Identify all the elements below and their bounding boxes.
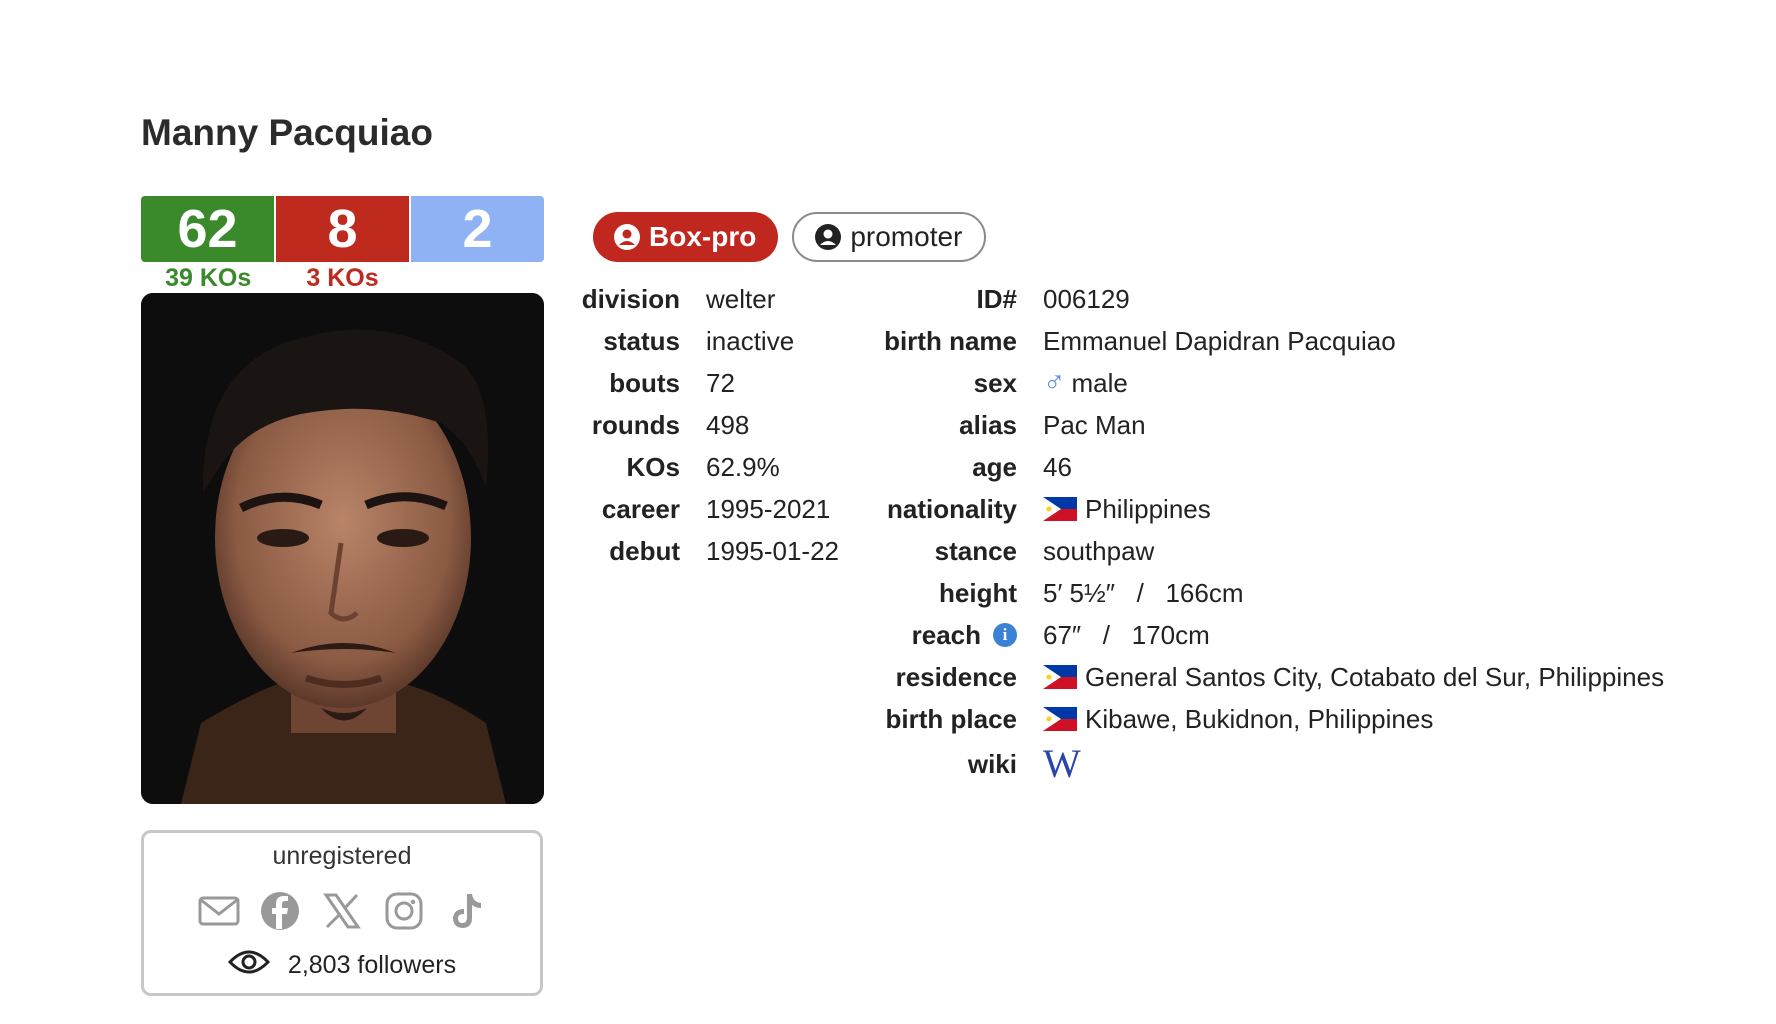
x-icon[interactable] bbox=[322, 891, 362, 931]
fact-reach: reach i 67″ / 170cm bbox=[911, 619, 1210, 650]
boxer-photo bbox=[141, 293, 544, 804]
followers-row: 2,803 followers bbox=[144, 947, 540, 984]
fact-division: division welter bbox=[581, 283, 776, 314]
fact-debut: debut 1995-01-22 bbox=[609, 535, 839, 566]
tag-promoter-label: promoter bbox=[850, 221, 963, 252]
social-card: unregistered 2,803 followers bbox=[141, 830, 543, 996]
wikipedia-icon[interactable]: W bbox=[1043, 744, 1081, 784]
losses-count: 8 bbox=[274, 196, 409, 262]
career-facts: division welter status inactive bouts 72 ro… bbox=[560, 278, 839, 572]
fact-wiki: wiki W bbox=[967, 741, 1081, 786]
kos-row: 39 KOs 3 KOs bbox=[141, 262, 544, 294]
tag-box-pro[interactable]: Box-pro bbox=[593, 212, 779, 262]
draws-kos-empty bbox=[410, 262, 544, 294]
wins-kos: 39 KOs bbox=[165, 264, 252, 292]
fact-height: height 5′ 5½″ / 166cm bbox=[939, 577, 1244, 608]
losses-kos: 3 KOs bbox=[306, 264, 379, 292]
wins-count: 62 bbox=[141, 196, 274, 262]
fact-nationality: nationality Philippines bbox=[886, 493, 1211, 524]
user-circle-icon bbox=[815, 224, 842, 250]
draws-count: 2 bbox=[409, 196, 544, 262]
info-icon[interactable]: i bbox=[993, 623, 1017, 647]
fact-birth-name: birth name Emmanuel Dapidran Pacquiao bbox=[884, 325, 1396, 356]
instagram-icon[interactable] bbox=[384, 891, 424, 931]
mail-icon[interactable] bbox=[198, 891, 240, 931]
fact-id: ID# 006129 bbox=[976, 283, 1130, 314]
fact-stance: stance southpaw bbox=[934, 535, 1155, 566]
facebook-icon[interactable] bbox=[260, 891, 300, 931]
record-summary: 62 8 2 39 KOs 3 KOs bbox=[141, 196, 544, 294]
fact-rounds: rounds 498 bbox=[591, 409, 750, 440]
philippines-flag-icon bbox=[1043, 707, 1077, 731]
page-title: Manny Pacquiao bbox=[141, 112, 433, 153]
user-circle-icon bbox=[614, 224, 640, 250]
record-bar: 62 8 2 bbox=[141, 196, 544, 262]
fact-status: status inactive bbox=[603, 325, 795, 356]
tiktok-icon[interactable] bbox=[446, 891, 486, 931]
fact-career: career 1995-2021 bbox=[601, 493, 831, 524]
tag-promoter[interactable]: promoter bbox=[792, 212, 987, 262]
fact-residence: residence General Santos City, Cotabato … bbox=[895, 661, 1665, 692]
followers-count: 2,803 followers bbox=[287, 951, 457, 979]
personal-facts: ID# 006129 birth name Emmanuel Dapidran … bbox=[840, 278, 1664, 788]
tag-box-pro-label: Box-pro bbox=[649, 221, 757, 252]
eye-icon bbox=[227, 947, 270, 984]
birth-place-value: Kibawe, Bukidnon, Philippines bbox=[1085, 703, 1434, 734]
social-icons bbox=[144, 891, 540, 931]
philippines-flag-icon bbox=[1043, 497, 1077, 521]
reach-label: reach bbox=[911, 619, 981, 650]
fact-bouts: bouts 72 bbox=[609, 367, 735, 398]
nationality-value: Philippines bbox=[1085, 493, 1211, 524]
philippines-flag-icon bbox=[1043, 665, 1077, 689]
fact-kos: KOs 62.9% bbox=[626, 451, 780, 482]
male-icon: ♂ bbox=[1043, 366, 1066, 399]
role-tags: Box-pro promoter bbox=[593, 212, 987, 262]
fact-age: age 46 bbox=[972, 451, 1072, 482]
fact-alias: alias Pac Man bbox=[959, 409, 1146, 440]
registration-status: unregistered bbox=[272, 842, 412, 870]
fact-birth-place: birth place Kibawe, Bukidnon, Philippine… bbox=[885, 703, 1434, 734]
sex-value: male bbox=[1071, 367, 1128, 398]
residence-value: General Santos City, Cotabato del Sur, P… bbox=[1085, 661, 1665, 692]
fact-sex: sex ♂ male bbox=[973, 366, 1128, 399]
